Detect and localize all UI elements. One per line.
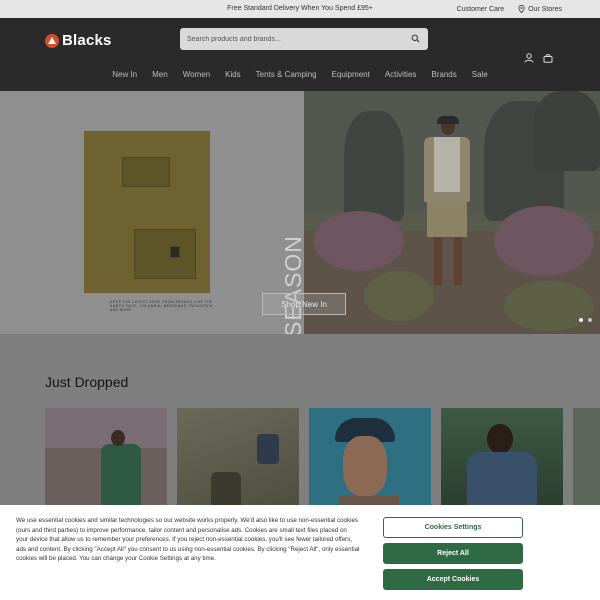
nav-tents-camping[interactable]: Tents & Camping <box>248 70 324 79</box>
cookie-banner: We use essential cookies and similar tec… <box>0 505 600 600</box>
product-card[interactable] <box>573 408 600 508</box>
blacks-logo[interactable]: Blacks <box>45 32 112 49</box>
basket-icon[interactable] <box>543 53 553 63</box>
hero-product-image: SHOP THE LATEST DROP FROM BRANDS LIKE TH… <box>0 91 304 334</box>
carousel-dot-1[interactable] <box>579 318 583 322</box>
nav-sale[interactable]: Sale <box>464 70 495 79</box>
account-icon[interactable] <box>524 53 534 63</box>
nav-kids[interactable]: Kids <box>218 70 249 79</box>
carousel-dots <box>579 318 592 322</box>
cookie-message: We use essential cookies and similar tec… <box>16 517 360 563</box>
customer-care-link[interactable]: Customer Care <box>457 5 504 13</box>
logo-text: Blacks <box>62 32 112 49</box>
product-card[interactable] <box>309 408 431 508</box>
hero-lifestyle-image <box>304 91 600 334</box>
cookies-settings-button[interactable]: Cookies Settings <box>383 517 523 538</box>
jacket-image <box>84 131 210 293</box>
site-header: Blacks New In Men Women Kids Tents & Cam… <box>0 18 600 91</box>
location-pin-icon <box>518 5 525 13</box>
section-title: Just Dropped <box>45 374 129 390</box>
product-card[interactable] <box>441 408 563 508</box>
nav-men[interactable]: Men <box>145 70 176 79</box>
product-card[interactable] <box>177 408 299 508</box>
search-input[interactable] <box>180 28 428 50</box>
nav-new-in[interactable]: New In <box>105 70 145 79</box>
logo-mark-icon <box>45 33 59 48</box>
carousel-dot-2[interactable] <box>588 318 592 322</box>
shop-new-in-button[interactable]: Shop New In <box>262 293 346 315</box>
hero-small-print: SHOP THE LATEST DROP FROM BRANDS LIKE TH… <box>110 300 213 312</box>
nav-equipment[interactable]: Equipment <box>324 70 377 79</box>
product-card[interactable] <box>45 408 167 508</box>
hero-banner[interactable]: SHOP THE LATEST DROP FROM BRANDS LIKE TH… <box>0 91 600 401</box>
our-stores-label: Our Stores <box>528 5 562 13</box>
nav-women[interactable]: Women <box>175 70 217 79</box>
nav-brands[interactable]: Brands <box>424 70 464 79</box>
our-stores-link[interactable]: Our Stores <box>518 5 562 13</box>
accept-cookies-button[interactable]: Accept Cookies <box>383 569 523 590</box>
search-icon[interactable] <box>411 34 420 43</box>
nav-activities[interactable]: Activities <box>377 70 424 79</box>
reject-all-button[interactable]: Reject All <box>383 543 523 564</box>
utility-links: Customer Care Our Stores <box>457 5 562 13</box>
promo-strip: Free Standard Delivery When You Spend £9… <box>0 0 600 18</box>
main-nav: New In Men Women Kids Tents & Camping Eq… <box>0 70 600 79</box>
